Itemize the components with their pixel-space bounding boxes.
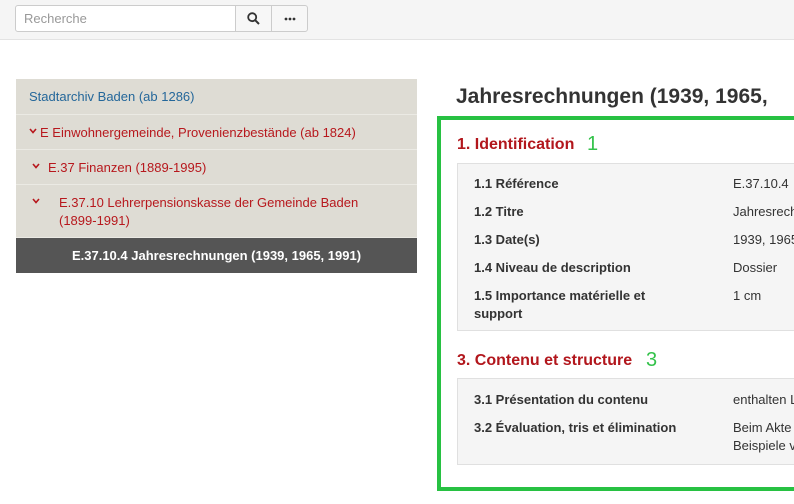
field-value: E.37.10.4 [733, 176, 789, 191]
search-icon [247, 12, 260, 25]
field-value: Beim Akte [733, 420, 792, 435]
tree-item-level1[interactable]: E Einwohnergemeinde, Provenienzbestände … [16, 115, 417, 150]
tree-item-level2[interactable]: E.37 Finanzen (1889-1995) [16, 150, 417, 185]
ellipsis-icon [284, 17, 295, 20]
field-label: 1.5 Importance matérielle et [474, 288, 646, 303]
chevron-down-icon[interactable] [32, 193, 40, 211]
field-value-cont: Beispiele v [733, 438, 794, 453]
top-toolbar [0, 0, 794, 40]
section-badge: 1 [587, 133, 599, 155]
tree-item-label[interactable]: E Einwohnergemeinde, Provenienzbestände … [29, 124, 417, 142]
field-label: 1.4 Niveau de description [474, 260, 631, 275]
field-value: Dossier [733, 260, 778, 275]
field-value: 1939, 1965 [733, 232, 794, 247]
tree-item-label[interactable]: E.37 Finanzen (1889-1995) [29, 159, 417, 177]
field-label: 1.2 Titre [474, 204, 524, 219]
field-value: 1 cm [733, 288, 762, 303]
tree-item-current: E.37.10.4 Jahresrechnungen (1939, 1965, … [16, 238, 417, 273]
field-value: enthalten L [733, 392, 794, 407]
field-label: 3.2 Évaluation, tris et élimination [474, 420, 677, 435]
more-options-button[interactable] [271, 5, 308, 32]
identification-fields: 1.1 Référence E.37.10.4 1.2 Titre Jahres… [457, 163, 794, 331]
tree-item-root[interactable]: Stadtarchiv Baden (ab 1286) [16, 79, 417, 115]
field-label: 1.1 Référence [474, 176, 559, 191]
chevron-down-icon[interactable] [32, 158, 40, 176]
tree-item-level3[interactable]: E.37.10 Lehrerpensionskasse der Gemeinde… [16, 185, 417, 238]
section-title-content: 3. Contenu et structure [457, 352, 633, 369]
field-label: 1.3 Date(s) [474, 232, 540, 247]
tree-item-label: E.37.10.4 Jahresrechnungen (1939, 1965, … [71, 248, 362, 263]
field-label: 3.1 Présentation du contenu [474, 392, 649, 407]
field-value: Jahresrech [733, 204, 794, 219]
tree-item-label[interactable]: Stadtarchiv Baden (ab 1286) [29, 88, 417, 106]
archive-tree: Stadtarchiv Baden (ab 1286) E Einwohnerg… [16, 79, 417, 273]
content-fields: 3.1 Présentation du contenu enthalten L … [457, 378, 794, 465]
search-button[interactable] [235, 5, 272, 32]
section-badge: 3 [646, 349, 658, 371]
field-label-cont: support [474, 306, 523, 321]
chevron-down-icon[interactable] [29, 123, 37, 141]
page-title: Jahresrechnungen (1939, 1965, [456, 85, 768, 108]
tree-item-label-cont[interactable]: (1899-1991) [29, 212, 417, 230]
section-title-identification: 1. Identification [457, 136, 575, 153]
search-input[interactable] [15, 5, 236, 32]
tree-item-label[interactable]: E.37.10 Lehrerpensionskasse der Gemeinde… [29, 194, 417, 212]
